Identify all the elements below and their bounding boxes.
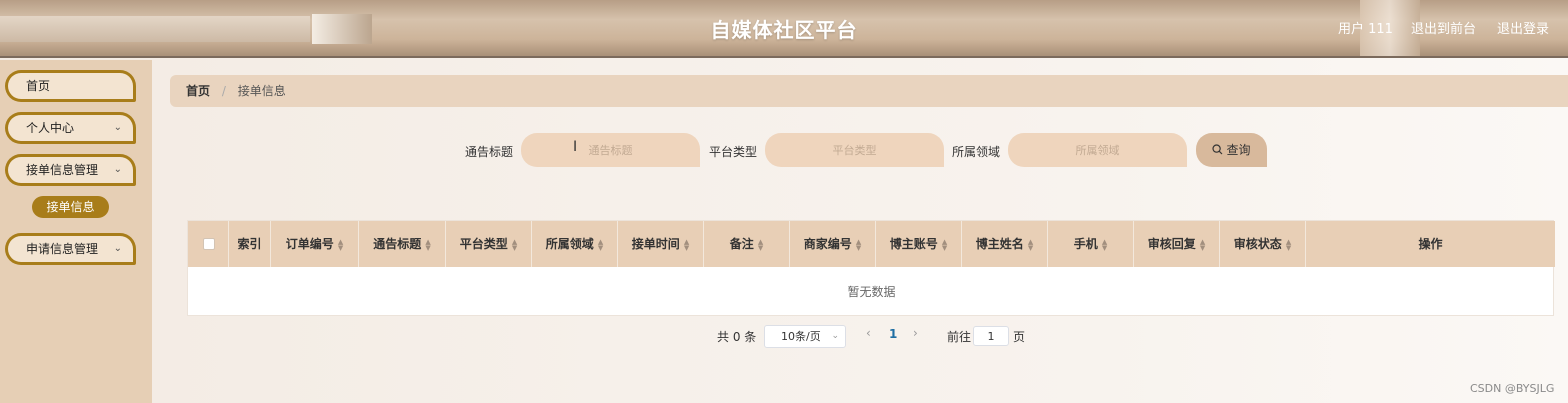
column-header-order-time[interactable]: 接单时间 ▲ ▼ bbox=[618, 221, 704, 267]
column-header-label: 订单编号 bbox=[285, 237, 334, 251]
column-header-label: 平台类型 bbox=[459, 237, 508, 251]
column-header-label: 所属领域 bbox=[545, 237, 594, 251]
sort-icon[interactable]: ▲ ▼ bbox=[1286, 238, 1291, 251]
column-header-platform-type[interactable]: 平台类型 ▲ ▼ bbox=[446, 221, 532, 267]
current-user: 用户 111 bbox=[1338, 22, 1393, 37]
column-header-label: 博主姓名 bbox=[975, 237, 1024, 251]
sidebar-item-personal-center[interactable]: 个人中心 ⌄ bbox=[5, 112, 136, 144]
search-label-title: 通告标题 bbox=[465, 145, 514, 159]
table-header: 索引 订单编号 ▲ ▼ 通告标题 ▲ ▼ 平台类型 ▲ ▼ 所属领域 ▲ ▼ 接单时间 ▲ ▼ 备注… bbox=[188, 221, 1555, 267]
chevron-down-icon: ⌄ bbox=[113, 164, 122, 175]
sidebar-item-order-info-management[interactable]: 接单信息管理 ⌄ bbox=[5, 154, 136, 186]
prev-page-icon[interactable]: ‹ bbox=[866, 326, 871, 340]
select-all-checkbox[interactable] bbox=[203, 238, 215, 250]
sidebar-item-label: 首页 bbox=[26, 79, 51, 93]
column-header-actions: 操作 bbox=[1418, 237, 1443, 251]
watermark: CSDN @BYSJLG bbox=[1470, 382, 1555, 395]
sort-icon[interactable]: ▲ ▼ bbox=[1028, 238, 1033, 251]
sidebar-subitem-order-info[interactable]: 接单信息 bbox=[32, 196, 109, 218]
column-header-index: 索引 bbox=[229, 221, 271, 267]
column-header-label: 手机 bbox=[1073, 237, 1098, 251]
text-cursor-icon: I bbox=[573, 139, 578, 155]
column-header-label: 接单时间 bbox=[631, 237, 680, 251]
sidebar-item-label: 个人中心 bbox=[26, 121, 75, 135]
back-to-front-link[interactable]: 退出到前台 bbox=[1411, 18, 1476, 37]
breadcrumb-current: 接单信息 bbox=[237, 84, 286, 98]
sort-icon[interactable]: ▲ ▼ bbox=[512, 238, 517, 251]
sidebar-item-label: 接单信息管理 bbox=[26, 163, 99, 177]
pagination-total: 共 0 条 bbox=[717, 330, 757, 344]
column-header-label: 备注 bbox=[729, 237, 754, 251]
page-size-select[interactable]: 10条/页 ⌄ bbox=[764, 325, 846, 348]
search-button[interactable]: 查询 bbox=[1196, 133, 1267, 167]
top-header: 自媒体社区平台 用户 111 退出到前台 退出登录 bbox=[0, 0, 1568, 58]
sort-icon[interactable]: ▲ ▼ bbox=[942, 238, 947, 251]
column-header-label: 审核回复 bbox=[1147, 237, 1196, 251]
sort-icon[interactable]: ▲ ▼ bbox=[856, 238, 861, 251]
chevron-down-icon: ⌄ bbox=[831, 331, 839, 341]
page-size-value: 10条/页 bbox=[781, 330, 821, 343]
column-select-all bbox=[188, 221, 229, 267]
chevron-down-icon: ⌄ bbox=[113, 243, 122, 254]
column-header-order-number[interactable]: 订单编号 ▲ ▼ bbox=[271, 221, 359, 267]
column-header-label: 通告标题 bbox=[373, 237, 422, 251]
sidebar-item-label: 申请信息管理 bbox=[26, 242, 99, 256]
breadcrumb: 首页 / 接单信息 bbox=[170, 75, 1568, 107]
column-header-review-reply[interactable]: 审核回复 ▲ ▼ bbox=[1134, 221, 1220, 267]
search-input-title[interactable] bbox=[521, 133, 700, 167]
column-header-label: 商家编号 bbox=[803, 237, 852, 251]
search-icon bbox=[1212, 144, 1223, 155]
column-header-merchant-number[interactable]: 商家编号 ▲ ▼ bbox=[790, 221, 876, 267]
table-empty-text: 暂无数据 bbox=[847, 285, 896, 299]
sort-icon[interactable]: ▲ ▼ bbox=[425, 238, 430, 251]
goto-suffix: 页 bbox=[1013, 330, 1026, 344]
sort-icon[interactable]: ▲ ▼ bbox=[598, 238, 603, 251]
breadcrumb-separator: / bbox=[221, 84, 226, 98]
column-header-remarks[interactable]: 备注 ▲ ▼ bbox=[704, 221, 790, 267]
chevron-down-icon: ⌄ bbox=[113, 122, 122, 133]
logout-link[interactable]: 退出登录 bbox=[1497, 18, 1549, 37]
page-number-button[interactable]: 1 bbox=[889, 327, 897, 341]
app-title: 自媒体社区平台 bbox=[710, 18, 858, 42]
column-header-blogger-name[interactable]: 博主姓名 ▲ ▼ bbox=[962, 221, 1048, 267]
search-button-label: 查询 bbox=[1226, 143, 1251, 157]
column-header-domain[interactable]: 所属领域 ▲ ▼ bbox=[532, 221, 618, 267]
sort-icon[interactable]: ▲ ▼ bbox=[758, 238, 763, 251]
sort-icon[interactable]: ▲ ▼ bbox=[338, 238, 343, 251]
search-label-platform-type: 平台类型 bbox=[709, 145, 758, 159]
sidebar-item-application-info-management[interactable]: 申请信息管理 ⌄ bbox=[5, 233, 136, 265]
column-header-label: 博主账号 bbox=[889, 237, 938, 251]
search-label-domain: 所属领域 bbox=[952, 145, 1001, 159]
sidebar: 首页 个人中心 ⌄ 接单信息管理 ⌄ 接单信息 申请信息管理 ⌄ bbox=[0, 60, 152, 403]
column-header-label: 审核状态 bbox=[1233, 237, 1282, 251]
goto-label: 前往 bbox=[947, 330, 972, 344]
breadcrumb-home[interactable]: 首页 bbox=[186, 84, 210, 98]
goto-page-input[interactable] bbox=[973, 326, 1009, 346]
column-header-blogger-account[interactable]: 博主账号 ▲ ▼ bbox=[876, 221, 962, 267]
sidebar-item-home[interactable]: 首页 bbox=[5, 70, 136, 102]
search-input-domain[interactable] bbox=[1008, 133, 1187, 167]
search-input-platform-type[interactable] bbox=[765, 133, 944, 167]
sort-icon[interactable]: ▲ ▼ bbox=[684, 238, 689, 251]
data-table: 索引 订单编号 ▲ ▼ 通告标题 ▲ ▼ 平台类型 ▲ ▼ 所属领域 ▲ ▼ 接单时间 ▲ ▼ 备注… bbox=[187, 220, 1555, 316]
next-page-icon[interactable]: › bbox=[913, 326, 918, 340]
column-header-review-status[interactable]: 审核状态 ▲ ▼ bbox=[1220, 221, 1306, 267]
column-header-notice-title[interactable]: 通告标题 ▲ ▼ bbox=[359, 221, 446, 267]
column-header-phone[interactable]: 手机 ▲ ▼ bbox=[1048, 221, 1134, 267]
sort-icon[interactable]: ▲ ▼ bbox=[1102, 238, 1107, 251]
sort-icon[interactable]: ▲ ▼ bbox=[1200, 238, 1205, 251]
